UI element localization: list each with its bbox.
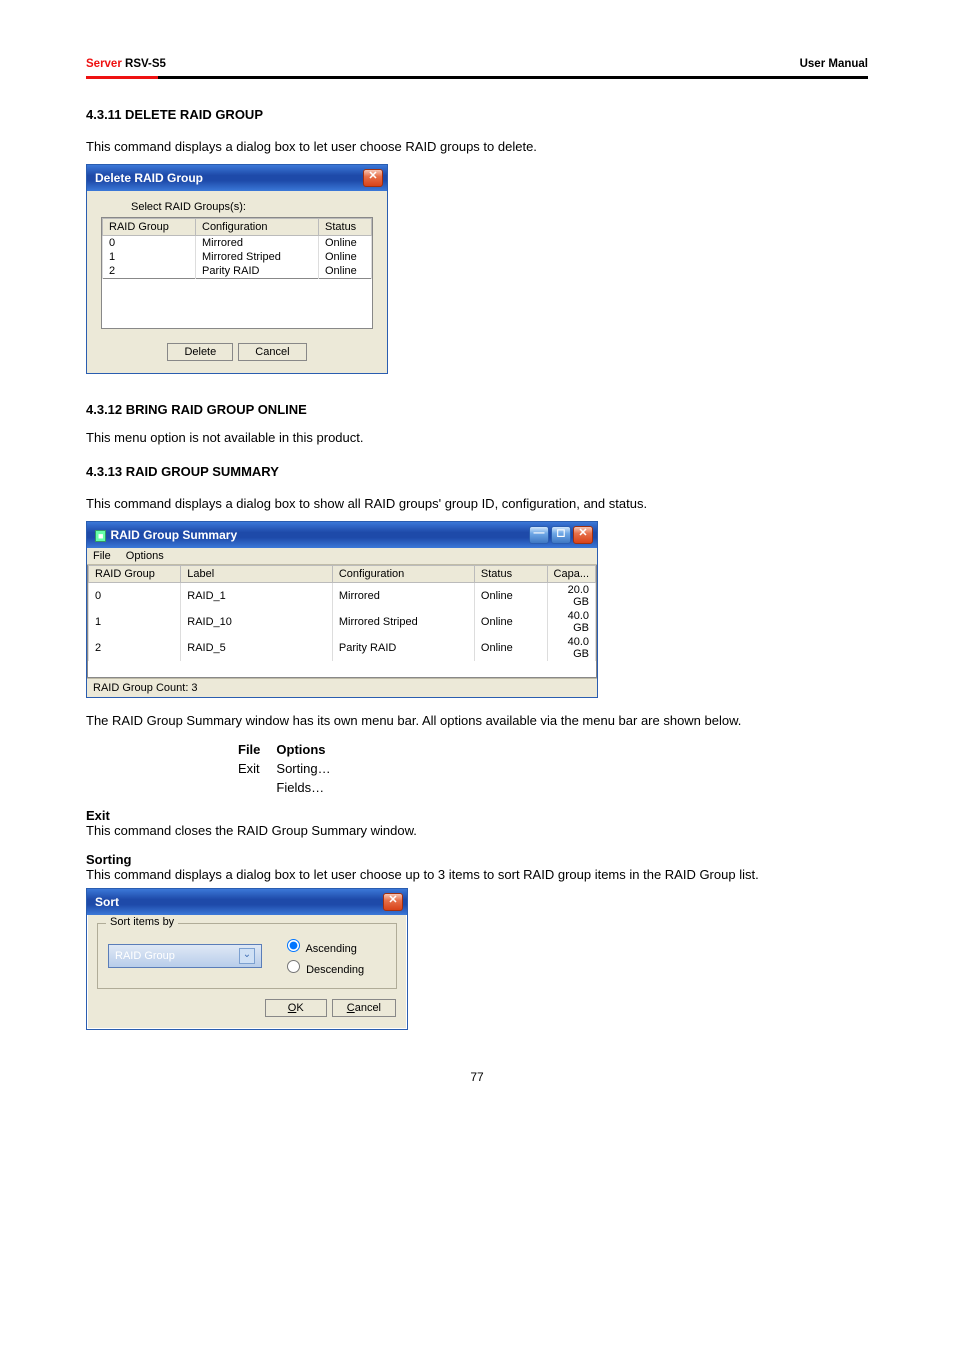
- dialog-titlebar: Delete RAID Group ✕: [87, 165, 387, 191]
- menu-item-exit: Exit: [238, 760, 274, 777]
- delete-raid-table[interactable]: RAID Group Configuration Status 0Mirrore…: [102, 218, 372, 279]
- maximize-icon[interactable]: ◻: [551, 526, 571, 544]
- section-4313-body: This command displays a dialog box to sh…: [86, 495, 868, 513]
- delete-subtitle: Select RAID Groups(s):: [131, 201, 373, 213]
- raid-summary-dialog: ■RAID Group Summary — ◻ ✕ File Options R…: [86, 521, 598, 698]
- table-row[interactable]: 2Parity RAIDOnline: [103, 264, 372, 279]
- col-status[interactable]: Status: [319, 218, 372, 235]
- menu-hdr-options: Options: [276, 741, 344, 758]
- table-row[interactable]: 0RAID_1MirroredOnline20.0 GB: [89, 582, 596, 609]
- sorting-body: This command displays a dialog box to le…: [86, 867, 759, 882]
- header-left: Server RSV-S5: [86, 58, 166, 70]
- delete-button[interactable]: Delete: [167, 343, 233, 361]
- dialog-title: ■RAID Group Summary: [95, 528, 237, 542]
- section-4311-title: 4.3.11 DELETE RAID GROUP: [86, 107, 868, 122]
- table-row[interactable]: 0MirroredOnline: [103, 235, 372, 250]
- cancel-button[interactable]: Cancel: [332, 999, 396, 1017]
- sort-dialog: Sort ✕ Sort items by RAID Group ⌄ Ascend…: [86, 888, 408, 1030]
- section-4312-title: 4.3.12 BRING RAID GROUP ONLINE: [86, 402, 868, 417]
- ok-button[interactable]: OK: [265, 999, 327, 1017]
- app-icon: ■: [95, 530, 106, 542]
- section-4312-body: This menu option is not available in thi…: [86, 429, 868, 447]
- delete-raid-dialog: Delete RAID Group ✕ Select RAID Groups(s…: [86, 164, 388, 374]
- col-configuration[interactable]: Configuration: [196, 218, 319, 235]
- exit-heading: Exit: [86, 808, 110, 823]
- sort-groupbox: Sort items by RAID Group ⌄ Ascending Des…: [97, 923, 397, 989]
- radio-ascending[interactable]: Ascending: [282, 936, 364, 955]
- summary-table[interactable]: RAID Group Label Configuration Status Ca…: [88, 565, 596, 677]
- dialog-title: Sort: [95, 895, 119, 909]
- sort-field-combo[interactable]: RAID Group ⌄: [108, 944, 262, 968]
- chevron-down-icon[interactable]: ⌄: [239, 948, 255, 964]
- header-server: Server: [86, 58, 122, 70]
- section-4311-body: This command displays a dialog box to le…: [86, 138, 868, 156]
- col-capacity[interactable]: Capa...: [547, 565, 595, 582]
- section-4313-title: 4.3.13 RAID GROUP SUMMARY: [86, 464, 868, 479]
- sorting-heading: Sorting: [86, 852, 132, 867]
- col-raid-group[interactable]: RAID Group: [89, 565, 181, 582]
- table-row[interactable]: 1RAID_10Mirrored StripedOnline40.0 GB: [89, 609, 596, 635]
- header-right: User Manual: [800, 58, 868, 70]
- col-status[interactable]: Status: [474, 565, 547, 582]
- col-label[interactable]: Label: [181, 565, 333, 582]
- menu-options-table: File Options Exit Sorting… Fields…: [236, 739, 347, 798]
- summary-statusbar: RAID Group Count: 3: [87, 678, 597, 697]
- header-rule: [86, 76, 868, 79]
- table-row[interactable]: 2RAID_5Parity RAIDOnline40.0 GB: [89, 635, 596, 661]
- radio-descending[interactable]: Descending: [282, 957, 364, 976]
- combo-value: RAID Group: [115, 950, 175, 962]
- header-model: RSV-S5: [122, 58, 166, 70]
- table-row[interactable]: 1Mirrored StripedOnline: [103, 250, 372, 264]
- page-header: Server RSV-S5 User Manual: [86, 58, 868, 70]
- close-icon[interactable]: ✕: [573, 526, 593, 544]
- dialog-titlebar: ■RAID Group Summary — ◻ ✕: [87, 522, 597, 548]
- close-icon[interactable]: ✕: [383, 893, 403, 911]
- page-number: 77: [86, 1070, 868, 1084]
- dialog-title: Delete RAID Group: [95, 171, 203, 185]
- menu-item-fields: Fields…: [276, 779, 344, 796]
- dialog-titlebar: Sort ✕: [87, 889, 407, 915]
- menu-hdr-file: File: [238, 741, 274, 758]
- exit-body: This command closes the RAID Group Summa…: [86, 823, 417, 838]
- col-raid-group[interactable]: RAID Group: [103, 218, 196, 235]
- section-4313-body2: The RAID Group Summary window has its ow…: [86, 712, 868, 730]
- groupbox-legend: Sort items by: [106, 916, 178, 928]
- summary-menubar: File Options: [87, 548, 597, 565]
- menu-options[interactable]: Options: [126, 550, 164, 562]
- minimize-icon[interactable]: —: [529, 526, 549, 544]
- cancel-button[interactable]: Cancel: [238, 343, 306, 361]
- close-icon[interactable]: ✕: [363, 169, 383, 187]
- col-configuration[interactable]: Configuration: [332, 565, 474, 582]
- menu-item-sorting: Sorting…: [276, 760, 344, 777]
- menu-file[interactable]: File: [93, 550, 111, 562]
